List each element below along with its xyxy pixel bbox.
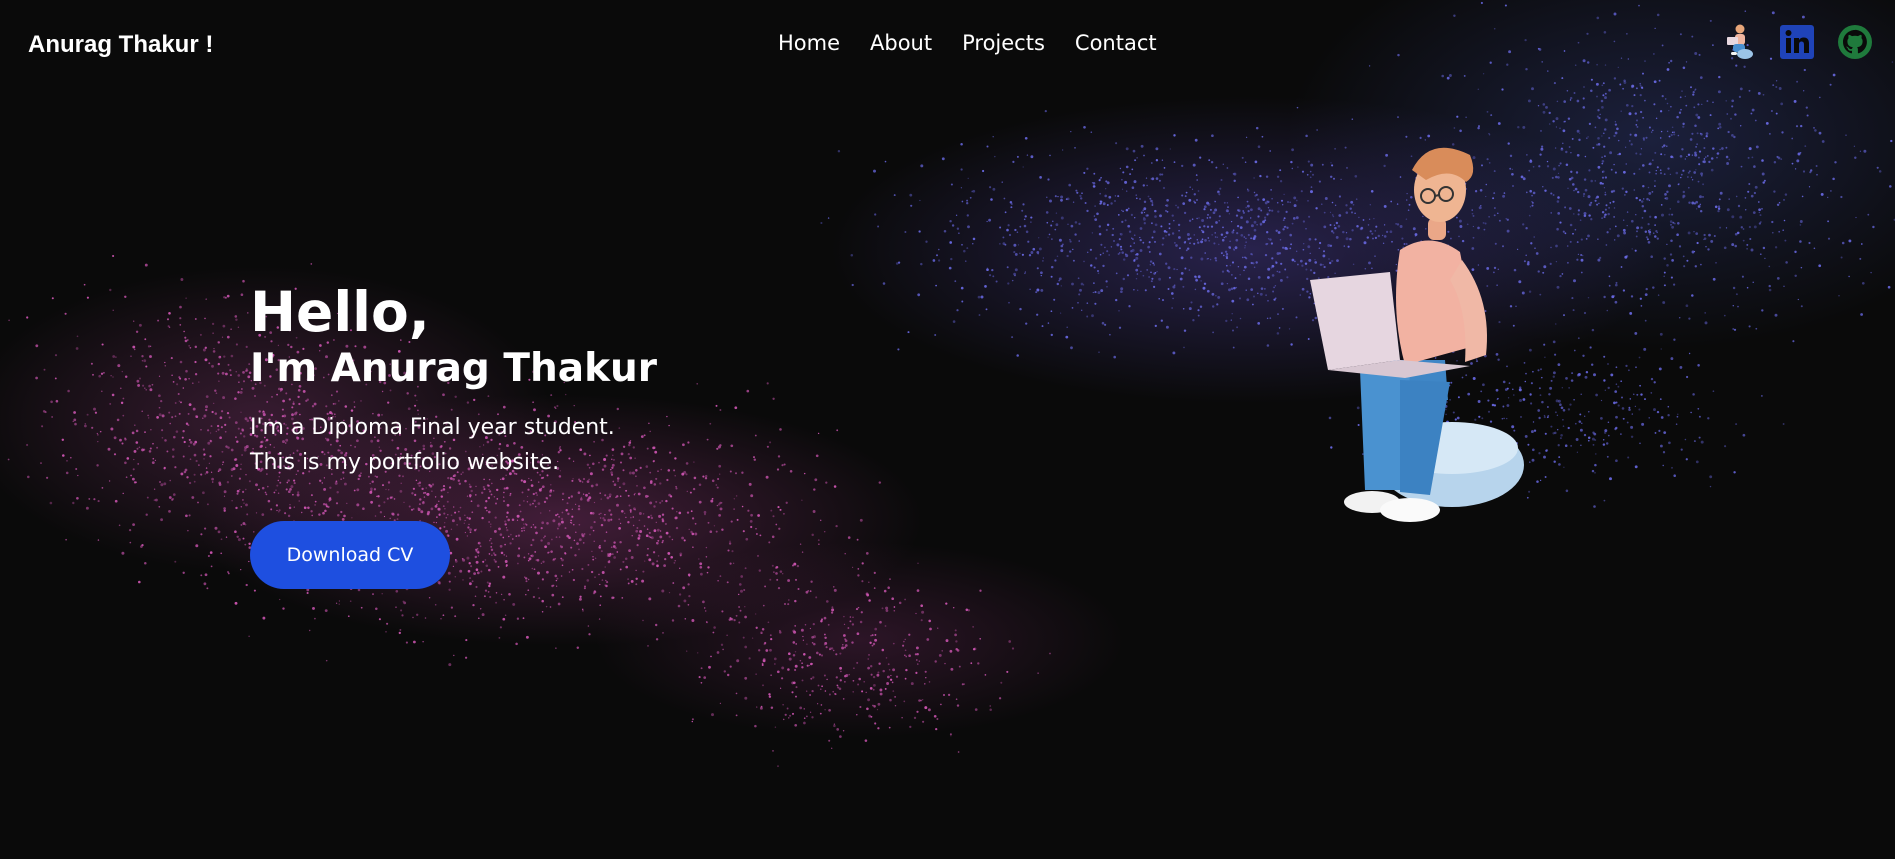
nav-links: Home About Projects Contact — [778, 31, 1157, 55]
portfolio-page: Anurag Thakur ! Home About Projects Cont… — [0, 0, 1895, 859]
hero-description: I'm a Diploma Final year student. This i… — [250, 410, 770, 480]
nav-link-about[interactable]: About — [870, 31, 932, 55]
hero-greeting: Hello, — [250, 280, 430, 344]
nav-link-projects[interactable]: Projects — [962, 31, 1045, 55]
developer-illustration — [1310, 147, 1524, 522]
hero-description-line-2: This is my portfolio website. — [250, 450, 560, 475]
linkedin-icon — [1780, 25, 1814, 59]
hero-section: Hello, I'm Anurag Thakur I'm a Diploma F… — [250, 280, 770, 480]
github-icon — [1838, 25, 1872, 59]
github-link[interactable] — [1837, 24, 1873, 60]
avatar-link[interactable] — [1721, 24, 1757, 60]
nav-link-home[interactable]: Home — [778, 31, 840, 55]
avatar-icon — [1727, 24, 1753, 59]
hero-description-line-1: I'm a Diploma Final year student. — [250, 415, 615, 440]
download-cv-button[interactable]: Download CV — [250, 521, 450, 589]
navbar: Anurag Thakur ! Home About Projects Cont… — [0, 0, 1895, 92]
nav-link-contact[interactable]: Contact — [1075, 31, 1157, 55]
social-links — [1721, 24, 1873, 60]
hero-name: I'm Anurag Thakur — [250, 346, 658, 391]
linkedin-link[interactable] — [1779, 24, 1815, 60]
brand-logo[interactable]: Anurag Thakur ! — [28, 31, 213, 59]
